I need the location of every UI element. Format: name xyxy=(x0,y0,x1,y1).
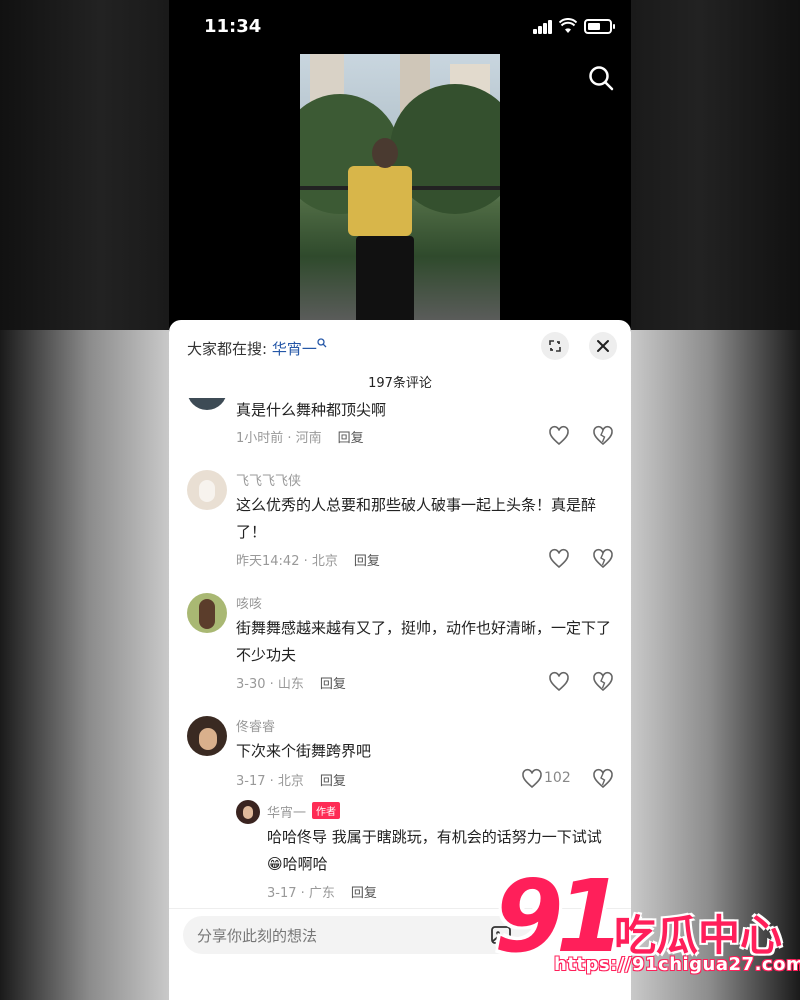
comment-meta: 1小时前 · 河南 回复 xyxy=(236,427,364,446)
expand-button[interactable] xyxy=(541,332,569,360)
trending-label: 大家都在搜: xyxy=(187,340,268,358)
reply-button[interactable]: 回复 xyxy=(338,431,364,446)
close-button[interactable] xyxy=(589,332,617,360)
trending-search[interactable]: 大家都在搜: 华宵一 xyxy=(187,338,327,359)
like-heart-icon[interactable] xyxy=(521,768,543,790)
comment-text: 这么优秀的人总要和那些破人破事一起上头条！真是醉了！ xyxy=(236,496,597,541)
avatar[interactable] xyxy=(187,716,227,756)
status-bar: 11:34 xyxy=(169,0,631,54)
dislike-broken-heart-icon[interactable] xyxy=(592,548,614,570)
battery-icon xyxy=(584,19,615,34)
wifi-icon xyxy=(559,18,577,33)
reply-meta: 3-17 · 广东 回复 xyxy=(267,882,377,901)
watermark: 91 吃瓜中心 https://91chigua27.com xyxy=(494,858,800,982)
comment-text: 真是什么舞种都顶尖啊 xyxy=(236,401,387,419)
expand-icon xyxy=(549,340,561,352)
comment-input-placeholder: 分享你此刻的想法 xyxy=(197,927,318,945)
reply-time-location: 3-17 · 广东 xyxy=(267,886,335,901)
dislike-broken-heart-icon[interactable] xyxy=(592,425,614,447)
like-heart-icon[interactable] xyxy=(548,671,570,693)
like-heart-icon[interactable] xyxy=(548,548,570,570)
author-badge: 作者 xyxy=(312,802,341,819)
comment-time-location: 3-17 · 北京 xyxy=(236,774,304,789)
search-small-icon xyxy=(317,338,327,348)
dislike-broken-heart-icon[interactable] xyxy=(592,768,614,790)
comment-author[interactable]: 咳咳 xyxy=(236,593,262,612)
comment-meta: 昨天14:42 · 北京 回复 xyxy=(236,550,380,569)
reply-author-name: 华宵一 xyxy=(267,806,307,821)
comment-input[interactable]: 分享你此刻的想法 xyxy=(183,916,543,954)
cellular-signal-icon xyxy=(533,20,553,34)
like-count: 102 xyxy=(544,770,571,786)
avatar[interactable] xyxy=(236,800,260,824)
comment-author[interactable]: 飞飞飞飞侠 xyxy=(236,470,301,489)
dislike-broken-heart-icon[interactable] xyxy=(592,671,614,693)
dancer-vest xyxy=(348,166,412,236)
comment-time-location: 昨天14:42 · 北京 xyxy=(236,554,338,569)
comment-list[interactable]: 真是什么舞种都顶尖啊 1小时前 · 河南 回复 飞飞飞飞侠 这么优秀的人总要和那些… xyxy=(169,398,631,908)
like-heart-icon[interactable] xyxy=(548,425,570,447)
reply-author[interactable]: 华宵一 作者 xyxy=(267,802,341,821)
comment-time-location: 3-30 · 山东 xyxy=(236,677,304,692)
comment-time-location: 1小时前 · 河南 xyxy=(236,431,322,446)
close-icon xyxy=(597,340,609,352)
comment-meta: 3-17 · 北京 回复 xyxy=(236,770,346,789)
reply-button[interactable]: 回复 xyxy=(354,554,380,569)
comment-count: 197条评论 xyxy=(368,376,432,391)
reply-button[interactable]: 回复 xyxy=(320,774,346,789)
reply-button[interactable]: 回复 xyxy=(351,886,377,901)
status-time: 11:34 xyxy=(204,16,262,37)
trending-keyword[interactable]: 华宵一 xyxy=(272,340,317,358)
search-icon[interactable] xyxy=(587,64,615,92)
watermark-url: https://91chigua27.com xyxy=(554,954,800,975)
avatar[interactable] xyxy=(187,470,227,510)
avatar[interactable] xyxy=(187,593,227,633)
phone-screen: 11:34 大家都在搜: 华宵一 197条评论 真是什么舞种都顶尖啊 1小时前 … xyxy=(169,0,631,1000)
comment-text: 街舞舞感越来越有又了，挺帅，动作也好清晰，一定下了不少功夫 xyxy=(236,619,612,664)
reply-button[interactable]: 回复 xyxy=(320,677,346,692)
video-thumbnail[interactable] xyxy=(300,54,500,324)
dancer-legs xyxy=(356,236,414,324)
avatar[interactable] xyxy=(187,398,227,410)
comment-meta: 3-30 · 山东 回复 xyxy=(236,673,346,692)
comment-text: 下次来个街舞跨界吧 xyxy=(236,742,372,760)
dancer-head xyxy=(372,138,398,168)
comment-author[interactable]: 佟睿睿 xyxy=(236,716,275,735)
